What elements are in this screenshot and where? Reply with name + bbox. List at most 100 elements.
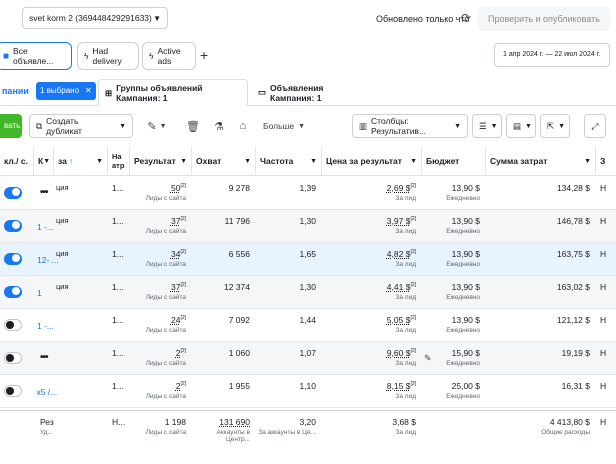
cpr-value: 4,82 $[2]	[322, 249, 416, 259]
chevron-down-icon: ▼	[180, 157, 187, 165]
spend-value: 146,78 $	[556, 216, 590, 226]
col-frequency-label: Частота	[260, 156, 294, 166]
result-sub: Лиды с сайта	[145, 228, 186, 235]
col-cpr-label: Цена за результат	[326, 156, 402, 166]
more-button[interactable]: Больше ▼	[262, 114, 306, 138]
expand-button[interactable]: ⤢	[584, 114, 606, 138]
selected-badge[interactable]: 1 выбрано ✕	[36, 82, 96, 100]
tab-adsets[interactable]: ⊞ Группы объявлений Кампания: 1	[98, 79, 248, 106]
tab-campaigns[interactable]: пании	[2, 86, 29, 96]
toggle-knob	[12, 254, 20, 262]
trash-icon[interactable]: 🗑	[184, 114, 202, 138]
add-filter-icon[interactable]: +	[200, 47, 208, 63]
footnote-marker: [2]	[410, 183, 416, 190]
cell-budget: 15,90 $ Ежедневно	[422, 342, 486, 375]
review-publish-button[interactable]: Проверить и опубликовать	[478, 7, 610, 31]
table-row[interactable]: ••• 1... 2[2] Лиды с сайта 1 060 1,07 9,60 $[2…	[0, 342, 616, 375]
status-toggle[interactable]	[4, 187, 22, 199]
budget-sub: Ежедневно	[446, 261, 480, 268]
cpr-value: 3,97 $[2]	[322, 216, 416, 226]
breakdown-button[interactable]: ☰ ▼	[472, 114, 502, 138]
create-button[interactable]: вать	[0, 114, 22, 138]
status-toggle[interactable]	[4, 352, 22, 364]
columns-button[interactable]: ▥ Столбцы: Результатив... ▼	[352, 114, 468, 138]
row-id-link[interactable]: 1	[37, 288, 42, 298]
cell-cpr: 5,05 $[2] За лид	[322, 309, 422, 342]
duplicate-button[interactable]: ⧉ Создать дубликат ▼	[29, 114, 133, 138]
col-k[interactable]: К ▼	[34, 146, 54, 176]
footnote-marker: [2]	[410, 282, 416, 289]
reach-value: 7 092	[228, 315, 250, 325]
cell-extra: Н	[596, 342, 616, 375]
report-icon: ▤	[513, 120, 522, 131]
col-results[interactable]: Результат ▼	[130, 146, 192, 176]
extra-value: Н	[600, 249, 607, 259]
status-toggle[interactable]	[4, 253, 22, 265]
col-spend[interactable]: Сумма затрат ▼	[486, 146, 596, 176]
chevron-down-icon: ▼	[558, 122, 566, 130]
col-status[interactable]: кл./ с.	[0, 146, 34, 176]
footnote-marker: [2]	[180, 315, 186, 322]
cell-reach: 1 955	[192, 375, 256, 408]
col-budget[interactable]: Бюджет	[422, 146, 486, 176]
status-toggle[interactable]	[4, 385, 22, 397]
tag-icon[interactable]: ⌂	[234, 114, 252, 138]
had-delivery-filter[interactable]: ϟ Had delivery	[77, 42, 139, 70]
freq-value: 1,30	[299, 216, 316, 226]
row-id-link[interactable]: 1 -...	[37, 222, 54, 232]
cpr-value: 9,60 $[2]	[322, 348, 416, 358]
cell-result: 37[2] Лиды с сайта	[130, 276, 192, 309]
cell-reach: 1 060	[192, 342, 256, 375]
close-icon[interactable]: ✕	[85, 86, 92, 95]
cell-reach: 7 092	[192, 309, 256, 342]
more-options-icon[interactable]: •••	[40, 187, 48, 198]
toggle-knob	[12, 287, 20, 295]
table-row[interactable]: к5 /... 1... 2[2] Лиды с сайта 1 955 1,10 8,15…	[0, 375, 616, 408]
totals-cpr-sub: За лид	[395, 429, 416, 436]
totals-row: Рез Уд... Н... 1 198 Лиды с сайта 131 690 А…	[0, 410, 616, 446]
table-row[interactable]: 1 ция 1... 37[2] Лиды с сайта 12 374 1,30 4,41 …	[0, 276, 616, 309]
col-cost-per-result[interactable]: Цена за результат ▼	[322, 146, 422, 176]
reach-value: 1 955	[228, 381, 250, 391]
col-name[interactable]: за ↑ ▼	[54, 146, 108, 176]
tab-ads[interactable]: ▭ Объявления Кампания: 1	[252, 79, 372, 106]
chevron-down-icon: ▼	[298, 122, 305, 130]
refresh-icon[interactable]: ⟳	[458, 10, 474, 26]
status-toggle[interactable]	[4, 220, 22, 232]
col-frequency[interactable]: Частота ▼	[256, 146, 322, 176]
status-toggle[interactable]	[4, 319, 22, 331]
col-delivery[interactable]: На атр	[108, 146, 130, 176]
date-range-picker[interactable]: 1 апр 2024 г. — 22 июл 2024 г.	[494, 43, 610, 67]
table-row[interactable]: 12- ... ция 1... 34[2] Лиды с сайта 6 556 1,65…	[0, 243, 616, 276]
cell-cpr: 8,15 $[2] За лид	[322, 375, 422, 408]
cell-reach: 9 278	[192, 177, 256, 210]
all-ads-filter[interactable]: ■ Все объявле...	[0, 42, 72, 70]
row-id-link[interactable]: к5 /...	[37, 387, 57, 397]
result-value: 37[2]	[130, 216, 186, 226]
totals-delivery: Н...	[108, 411, 130, 444]
status-toggle[interactable]	[4, 286, 22, 298]
last-updated-text: Обновлено только что	[376, 14, 470, 24]
chevron-down-icon: ▼	[153, 13, 161, 23]
reach-value: 1 060	[228, 348, 250, 358]
totals-cpr-value: 3,68 $	[392, 417, 416, 427]
export-button[interactable]: ⇱ ▼	[540, 114, 570, 138]
col-extra[interactable]: З	[596, 146, 616, 176]
edit-budget-icon[interactable]: ✎	[424, 353, 432, 364]
totals-result-sub: Лиды с сайта	[145, 429, 186, 436]
totals-spend-sub: Общие расходы	[541, 429, 590, 436]
more-options-icon[interactable]: •••	[40, 352, 48, 363]
row-id-link[interactable]: 1 -...	[37, 321, 54, 331]
col-reach[interactable]: Охват ▼	[192, 146, 256, 176]
reports-button[interactable]: ▤ ▼	[506, 114, 536, 138]
flask-icon[interactable]: ⚗	[210, 114, 228, 138]
account-selector[interactable]: svet korm 2 (369448429291633) ▼	[22, 7, 168, 29]
sort-icon: ▼	[43, 157, 51, 165]
table-row[interactable]: 1 -... ция 1... 37[2] Лиды с сайта 11 796 1,30…	[0, 210, 616, 243]
cpr-number: 9,60 $	[386, 348, 411, 358]
edit-icon[interactable]: ✎ ▼	[142, 114, 172, 138]
totals-reach: 131 690 Аккаунты в Центр...	[192, 411, 256, 444]
table-row[interactable]: ••• ция 1... 50[2] Лиды с сайта 9 278 1,39 2,69…	[0, 177, 616, 210]
table-row[interactable]: 1 -... 1... 24[2] Лиды с сайта 7 092 1,44 5,05…	[0, 309, 616, 342]
active-ads-filter[interactable]: ϟ Active ads	[142, 42, 196, 70]
